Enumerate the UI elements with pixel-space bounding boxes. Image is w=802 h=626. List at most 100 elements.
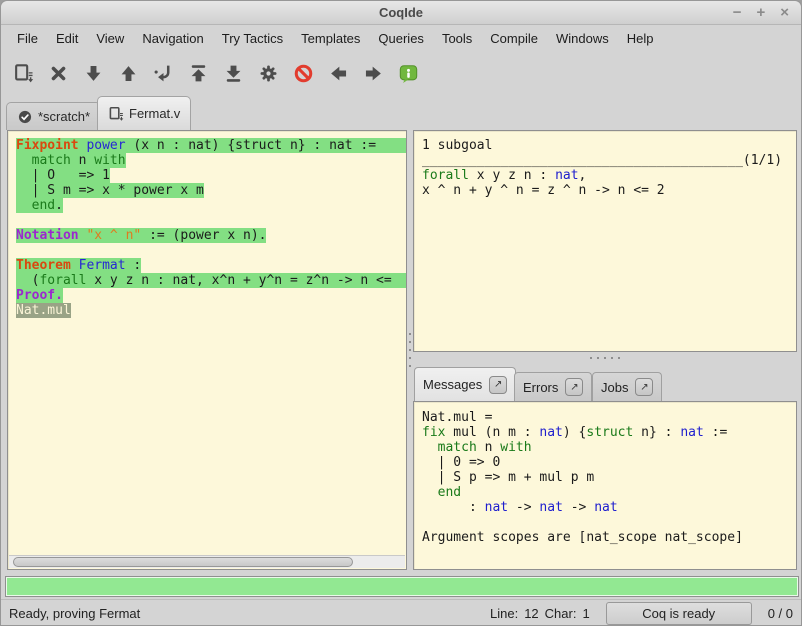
code-line: Notation "x ^ n" := (power x n). bbox=[16, 228, 406, 243]
detach-errors-button[interactable]: ↗ bbox=[565, 378, 583, 396]
tab-errors-label: Errors bbox=[523, 380, 558, 395]
horizontal-splitter[interactable] bbox=[413, 352, 797, 364]
window-controls: − + × bbox=[733, 4, 789, 21]
menu-tools[interactable]: Tools bbox=[433, 28, 481, 49]
goals-panel[interactable]: 1 subgoal_______________________________… bbox=[413, 130, 797, 352]
tab-jobs[interactable]: Jobs ↗ bbox=[592, 372, 662, 401]
menu-help[interactable]: Help bbox=[618, 28, 663, 49]
code-line bbox=[16, 213, 406, 228]
code-line: | O => 1 bbox=[16, 168, 406, 183]
progress-bar bbox=[5, 576, 799, 597]
detach-messages-button[interactable]: ↗ bbox=[489, 376, 507, 394]
scrollbar-thumb[interactable] bbox=[13, 557, 353, 567]
coq-state-indicator: Coq is ready bbox=[606, 602, 752, 625]
forward-one-step-button[interactable] bbox=[76, 56, 111, 91]
goals-content: 1 subgoal_______________________________… bbox=[414, 131, 796, 198]
code-line: end. bbox=[16, 198, 406, 213]
minimize-button[interactable]: − bbox=[733, 4, 742, 21]
code-line: Nat.mul = bbox=[422, 410, 796, 425]
detach-icon: ↗ bbox=[640, 382, 648, 393]
next-occurrence-button[interactable] bbox=[356, 56, 391, 91]
tab-fermat-label: Fermat.v bbox=[129, 106, 180, 121]
previous-occurrence-button[interactable] bbox=[321, 56, 356, 91]
coqide-window: CoqIde − + × FileEditViewNavigationTry T… bbox=[0, 0, 802, 626]
detach-icon: ↗ bbox=[570, 382, 578, 393]
char-label: Char: bbox=[545, 606, 577, 621]
code-line: Fixpoint power (x n : nat) {struct n} : … bbox=[16, 138, 406, 153]
go-to-end-icon bbox=[223, 63, 244, 84]
detach-jobs-button[interactable]: ↗ bbox=[635, 378, 653, 396]
vertical-splitter[interactable] bbox=[406, 130, 413, 570]
menu-edit[interactable]: Edit bbox=[47, 28, 87, 49]
tab-fermat[interactable]: Fermat.v bbox=[97, 96, 191, 130]
fully-check-icon bbox=[258, 63, 279, 84]
code-line: Nat.mul bbox=[16, 303, 406, 318]
about-icon bbox=[398, 63, 419, 84]
tab-messages[interactable]: Messages ↗ bbox=[414, 367, 516, 401]
close-button[interactable] bbox=[41, 56, 76, 91]
toolbar bbox=[1, 51, 801, 95]
tab-jobs-label: Jobs bbox=[601, 380, 628, 395]
code-line: forall x y z n : nat, bbox=[422, 168, 796, 183]
status-bar: Ready, proving Fermat Line: 12 Char: 1 C… bbox=[1, 599, 801, 626]
about-button[interactable] bbox=[391, 56, 426, 91]
restart-to-start-icon bbox=[188, 63, 209, 84]
script-editor[interactable]: Fixpoint power (x n : nat) {struct n} : … bbox=[7, 130, 407, 570]
messages-panel[interactable]: Nat.mul =fix mul (n m : nat) {struct n} … bbox=[413, 401, 797, 570]
code-line: x ^ n + y ^ n = z ^ n -> n <= 2 bbox=[422, 183, 796, 198]
tab-errors[interactable]: Errors ↗ bbox=[514, 372, 592, 401]
progress-fill bbox=[6, 577, 798, 596]
code-line: match n with bbox=[422, 440, 796, 455]
menu-navigation[interactable]: Navigation bbox=[133, 28, 212, 49]
char-value: 1 bbox=[582, 606, 589, 621]
editor-code: Fixpoint power (x n : nat) {struct n} : … bbox=[8, 131, 406, 318]
go-to-end-button[interactable] bbox=[216, 56, 251, 91]
code-line: | S m => x * power x m bbox=[16, 183, 406, 198]
tab-messages-label: Messages bbox=[423, 377, 482, 392]
save-button[interactable] bbox=[6, 56, 41, 91]
detach-icon: ↗ bbox=[494, 379, 502, 390]
code-line: : nat -> nat -> nat bbox=[422, 500, 796, 515]
check-icon bbox=[17, 109, 33, 125]
menu-compile[interactable]: Compile bbox=[481, 28, 547, 49]
menu-templates[interactable]: Templates bbox=[292, 28, 369, 49]
menu-queries[interactable]: Queries bbox=[369, 28, 433, 49]
go-to-cursor-button[interactable] bbox=[146, 56, 181, 91]
title-bar[interactable]: CoqIde − + × bbox=[1, 1, 801, 25]
status-right: Line: 12 Char: 1 Coq is ready 0 / 0 bbox=[490, 602, 793, 625]
interrupt-button[interactable] bbox=[286, 56, 321, 91]
save-page-icon bbox=[108, 106, 124, 122]
code-line: 1 subgoal bbox=[422, 138, 796, 153]
goal-counter: 0 / 0 bbox=[768, 606, 793, 621]
horizontal-scrollbar[interactable] bbox=[9, 555, 405, 568]
code-line: Argument scopes are [nat_scope nat_scope… bbox=[422, 530, 796, 545]
window-title: CoqIde bbox=[1, 5, 801, 20]
code-line: fix mul (n m : nat) {struct n} : nat := bbox=[422, 425, 796, 440]
backward-one-step-button[interactable] bbox=[111, 56, 146, 91]
code-line: (forall x y z n : nat, x^n + y^n = z^n -… bbox=[16, 273, 406, 288]
code-line: Proof. bbox=[16, 288, 406, 303]
menu-view[interactable]: View bbox=[87, 28, 133, 49]
menu-windows[interactable]: Windows bbox=[547, 28, 618, 49]
forward-one-step-icon bbox=[83, 63, 104, 84]
maximize-button[interactable]: + bbox=[756, 4, 765, 21]
menu-file[interactable]: File bbox=[8, 28, 47, 49]
line-label: Line: bbox=[490, 606, 518, 621]
code-line: Theorem Fermat : bbox=[16, 258, 406, 273]
status-text: Ready, proving Fermat bbox=[9, 606, 140, 621]
fully-check-button[interactable] bbox=[251, 56, 286, 91]
next-occurrence-icon bbox=[363, 63, 384, 84]
code-line: end bbox=[422, 485, 796, 500]
tab-scratch[interactable]: *scratch* bbox=[6, 102, 101, 130]
messages-content: Nat.mul =fix mul (n m : nat) {struct n} … bbox=[414, 402, 796, 545]
code-line: match n with bbox=[16, 153, 406, 168]
backward-one-step-icon bbox=[118, 63, 139, 84]
line-value: 12 bbox=[524, 606, 538, 621]
code-line: | 0 => 0 bbox=[422, 455, 796, 470]
code-line: ________________________________________… bbox=[422, 153, 796, 168]
code-line bbox=[422, 515, 796, 530]
go-to-cursor-icon bbox=[153, 63, 174, 84]
close-button[interactable]: × bbox=[780, 4, 789, 21]
restart-to-start-button[interactable] bbox=[181, 56, 216, 91]
menu-try-tactics[interactable]: Try Tactics bbox=[213, 28, 292, 49]
